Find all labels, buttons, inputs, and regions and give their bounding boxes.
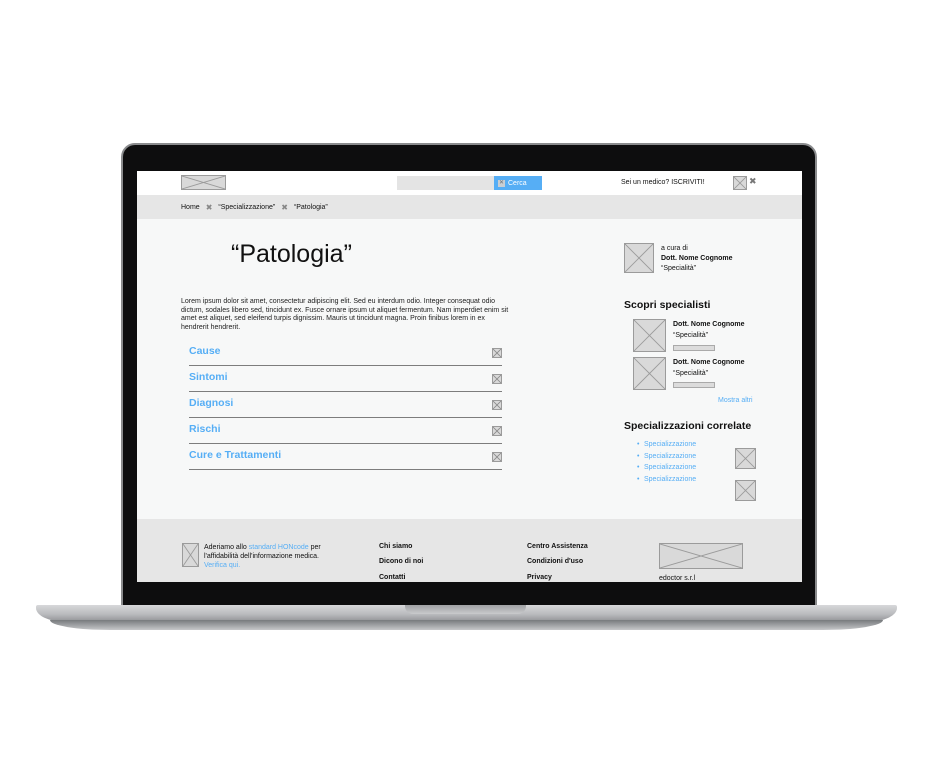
related-image-placeholder [735,448,756,469]
accordion-label: Sintomi [189,371,228,383]
breadcrumb-current: “Patologia” [293,203,328,211]
accordion-label: Cause [189,345,221,357]
search-input[interactable] [397,176,494,190]
breadcrumb-home[interactable]: Home [181,204,200,211]
related-specialization-link[interactable]: Specializzazione [637,462,696,474]
browser-screen: ✕ Cerca Sei un medico? ISCRIVITI! ✖ Home… [137,171,802,582]
specialist-specialty: “Specialità” [673,370,709,377]
breadcrumb-separator-icon: ✖ [205,202,213,212]
user-icon[interactable] [733,176,747,190]
page-title: “Patologia” [231,240,352,268]
footer-link-centro-assistenza[interactable]: Centro Assistenza [527,543,588,550]
accordion-item-cure[interactable]: Cure e Trattamenti [189,444,502,470]
footer-link-condizioni-uso[interactable]: Condizioni d'uso [527,558,583,565]
specialist-card[interactable]: Dott. Nome Cognome “Specialità” [673,357,745,379]
laptop-base-shadow [50,620,883,630]
breadcrumb-separator-icon: ✖ [281,202,288,212]
expand-icon[interactable] [492,400,502,410]
company-name: edoctor s.r.l [659,575,696,582]
expand-icon[interactable] [492,426,502,436]
hon-badge-placeholder[interactable] [182,543,199,567]
hon-verify-link[interactable]: Verifica qui. [204,562,240,569]
related-specialization-link[interactable]: Specializzazione [637,474,696,486]
footer-logo-placeholder [659,543,743,569]
footer-link-contatti[interactable]: Contatti [379,574,405,581]
breadcrumb-specialization[interactable]: “Specializzazione” [218,204,275,211]
top-bar: ✕ Cerca Sei un medico? ISCRIVITI! ✖ [137,171,802,195]
accordion-item-cause[interactable]: Cause [189,340,502,366]
breadcrumb: Home ✖ “Specializzazione” ✖ “Patologia” [137,195,802,219]
accordion-item-rischi[interactable]: Rischi [189,418,502,444]
accordion-label: Cure e Trattamenti [189,449,282,461]
footer-link-privacy[interactable]: Privacy [527,574,552,581]
related-specializations-list: Specializzazione Specializzazione Specia… [637,439,696,485]
specialist-rating-bar [673,345,715,351]
search-button-label: Cerca [508,179,527,187]
accordion-label: Rischi [189,423,221,435]
expand-icon[interactable] [492,374,502,384]
author-prefix: a cura di [661,245,688,252]
logo-image-placeholder[interactable] [181,175,226,190]
author-specialty: “Specialità” [661,265,697,272]
specialist-card[interactable]: Dott. Nome Cognome “Specialità” [673,319,745,341]
specialist-name[interactable]: Dott. Nome Cognome [673,359,745,366]
expand-icon[interactable] [492,452,502,462]
intro-text: Lorem ipsum dolor sit amet, consectetur … [181,298,509,331]
close-icon[interactable]: ✖ [749,176,757,187]
specialist-name[interactable]: Dott. Nome Cognome [673,321,745,328]
related-specialization-link[interactable]: Specializzazione [637,451,696,463]
author-name[interactable]: Dott. Nome Cognome [661,255,733,262]
specialists-heading: Scopri specialisti [624,299,711,311]
doctor-signup-link[interactable]: Sei un medico? ISCRIVITI! [621,179,705,186]
accordion-item-sintomi[interactable]: Sintomi [189,366,502,392]
specialist-specialty: “Specialità” [673,332,709,339]
footer-link-dicono-di-noi[interactable]: Dicono di noi [379,558,423,565]
hon-text: Aderiamo allo standard HONcode per l'aff… [204,543,329,570]
hon-text-1: Aderiamo allo [204,544,249,551]
search-icon: ✕ [498,179,505,187]
related-heading: Specializzazioni correlate [624,420,752,432]
expand-icon[interactable] [492,348,502,358]
author-photo-placeholder [624,243,654,273]
accordion-item-diagnosi[interactable]: Diagnosi [189,392,502,418]
footer: Aderiamo allo standard HONcode per l'aff… [137,519,802,582]
specialist-photo-placeholder[interactable] [633,357,666,390]
hon-standard-link[interactable]: standard HONcode [249,544,309,551]
laptop-notch [405,605,526,614]
related-specialization-link[interactable]: Specializzazione [637,439,696,451]
footer-link-chi-siamo[interactable]: Chi siamo [379,543,412,550]
related-image-placeholder [735,480,756,501]
specialist-photo-placeholder[interactable] [633,319,666,352]
specialist-rating-bar [673,382,715,388]
search-button[interactable]: ✕ Cerca [494,176,542,190]
show-more-link[interactable]: Mostra altri [718,397,753,404]
accordion-label: Diagnosi [189,397,234,409]
author-info: a cura di Dott. Nome Cognome “Specialità… [661,244,733,274]
